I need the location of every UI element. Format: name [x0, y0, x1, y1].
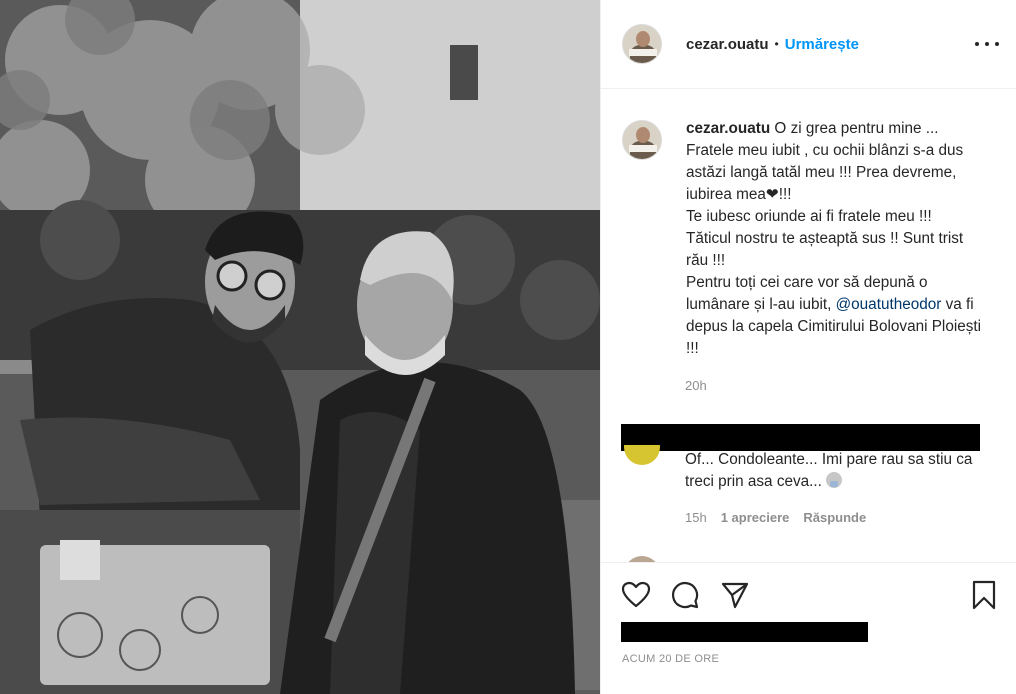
redacted-likes: [621, 622, 868, 642]
instagram-post: cezar.ouatu • Urmărește cezar.ouatu O zi…: [0, 0, 1016, 694]
comment-likes[interactable]: 1 apreciere: [721, 510, 790, 525]
follow-button[interactable]: Urmărește: [785, 36, 859, 53]
comment-text: Of... Condoleante... Imi pare rau sa sti…: [685, 449, 985, 493]
author-username[interactable]: cezar.ouatu: [686, 36, 769, 53]
caption-mention-link[interactable]: @ouatutheodor: [836, 296, 942, 313]
post-photo[interactable]: [0, 0, 600, 694]
comment-icon[interactable]: [669, 579, 701, 611]
share-icon[interactable]: [719, 579, 751, 611]
caption-time[interactable]: 20h: [685, 378, 707, 393]
author-avatar[interactable]: [622, 24, 662, 64]
comment-time[interactable]: 15h: [685, 510, 707, 525]
action-bar: [601, 562, 1016, 622]
bookmark-icon[interactable]: [968, 579, 1000, 611]
person-emoji-icon: [826, 472, 843, 488]
post-caption: cezar.ouatu O zi grea pentru mine ... Fr…: [622, 118, 1002, 360]
photo-illustration: [0, 0, 600, 694]
caption-text: cezar.ouatu O zi grea pentru mine ... Fr…: [686, 118, 986, 360]
caption-avatar[interactable]: [622, 120, 662, 160]
comment-meta: 15h 1 apreciere Răspunde: [685, 510, 866, 525]
caption-line3: Tăticul nostru te așteaptă sus !! Sunt t…: [686, 230, 964, 269]
post-header: cezar.ouatu • Urmărește: [601, 0, 1016, 89]
caption-line2: Te iubesc oriunde ai fi fratele meu !!!: [686, 208, 932, 225]
post-side-panel: cezar.ouatu • Urmărește cezar.ouatu O zi…: [600, 0, 1016, 694]
redacted-commenter: [621, 424, 980, 451]
separator-dot: •: [774, 37, 779, 51]
post-date[interactable]: ACUM 20 DE ORE: [622, 653, 719, 665]
commenter-avatar[interactable]: [622, 445, 662, 465]
heart-icon[interactable]: [620, 579, 652, 611]
reply-button[interactable]: Răspunde: [803, 510, 866, 525]
caption-username[interactable]: cezar.ouatu: [686, 120, 770, 137]
more-icon[interactable]: [975, 33, 999, 55]
